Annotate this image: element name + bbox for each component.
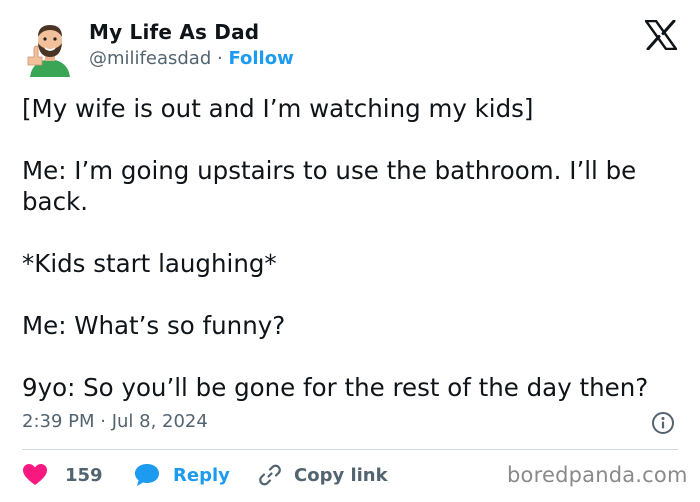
tweet-paragraph: [My wife is out and I’m watching my kids… [22, 94, 534, 123]
speech-bubble-icon [135, 464, 159, 486]
tweet-paragraph: 9yo: So you’ll be gone for the rest of t… [22, 373, 649, 402]
author-handle-row: @milifeasdad · Follow [89, 48, 294, 69]
tweet-text: [My wife is out and I’m watching my kids… [22, 93, 682, 403]
tweet-paragraph: *Kids start laughing* [22, 249, 277, 278]
info-icon[interactable] [651, 411, 675, 435]
tweet-card: My Life As Dad @milifeasdad · Follow [My… [0, 0, 700, 502]
author-name[interactable]: My Life As Dad [89, 20, 259, 44]
tweet-timestamp[interactable]: 2:39 PM · Jul 8, 2024 [22, 411, 208, 432]
copy-link-label: Copy link [294, 464, 388, 486]
reply-label: Reply [173, 464, 230, 486]
x-logo-icon[interactable] [644, 19, 678, 51]
author-handle[interactable]: @milifeasdad [89, 48, 211, 69]
watermark: boredpanda.com [507, 463, 688, 487]
separator-dot: · [216, 48, 223, 69]
divider [22, 449, 678, 450]
tweet-paragraph: Me: I’m going upstairs to use the bathro… [22, 156, 637, 216]
follow-button[interactable]: Follow [228, 48, 293, 69]
tweet-paragraph: Me: What’s so funny? [22, 311, 286, 340]
heart-icon [23, 464, 47, 485]
like-count: 159 [65, 464, 103, 486]
reply-button[interactable]: Reply [134, 460, 230, 490]
link-icon [259, 464, 281, 486]
avatar[interactable] [22, 17, 78, 77]
like-button[interactable]: 159 [22, 460, 103, 490]
cartoon-dad-avatar-icon [27, 25, 70, 77]
copy-link-button[interactable]: Copy link [258, 460, 388, 490]
